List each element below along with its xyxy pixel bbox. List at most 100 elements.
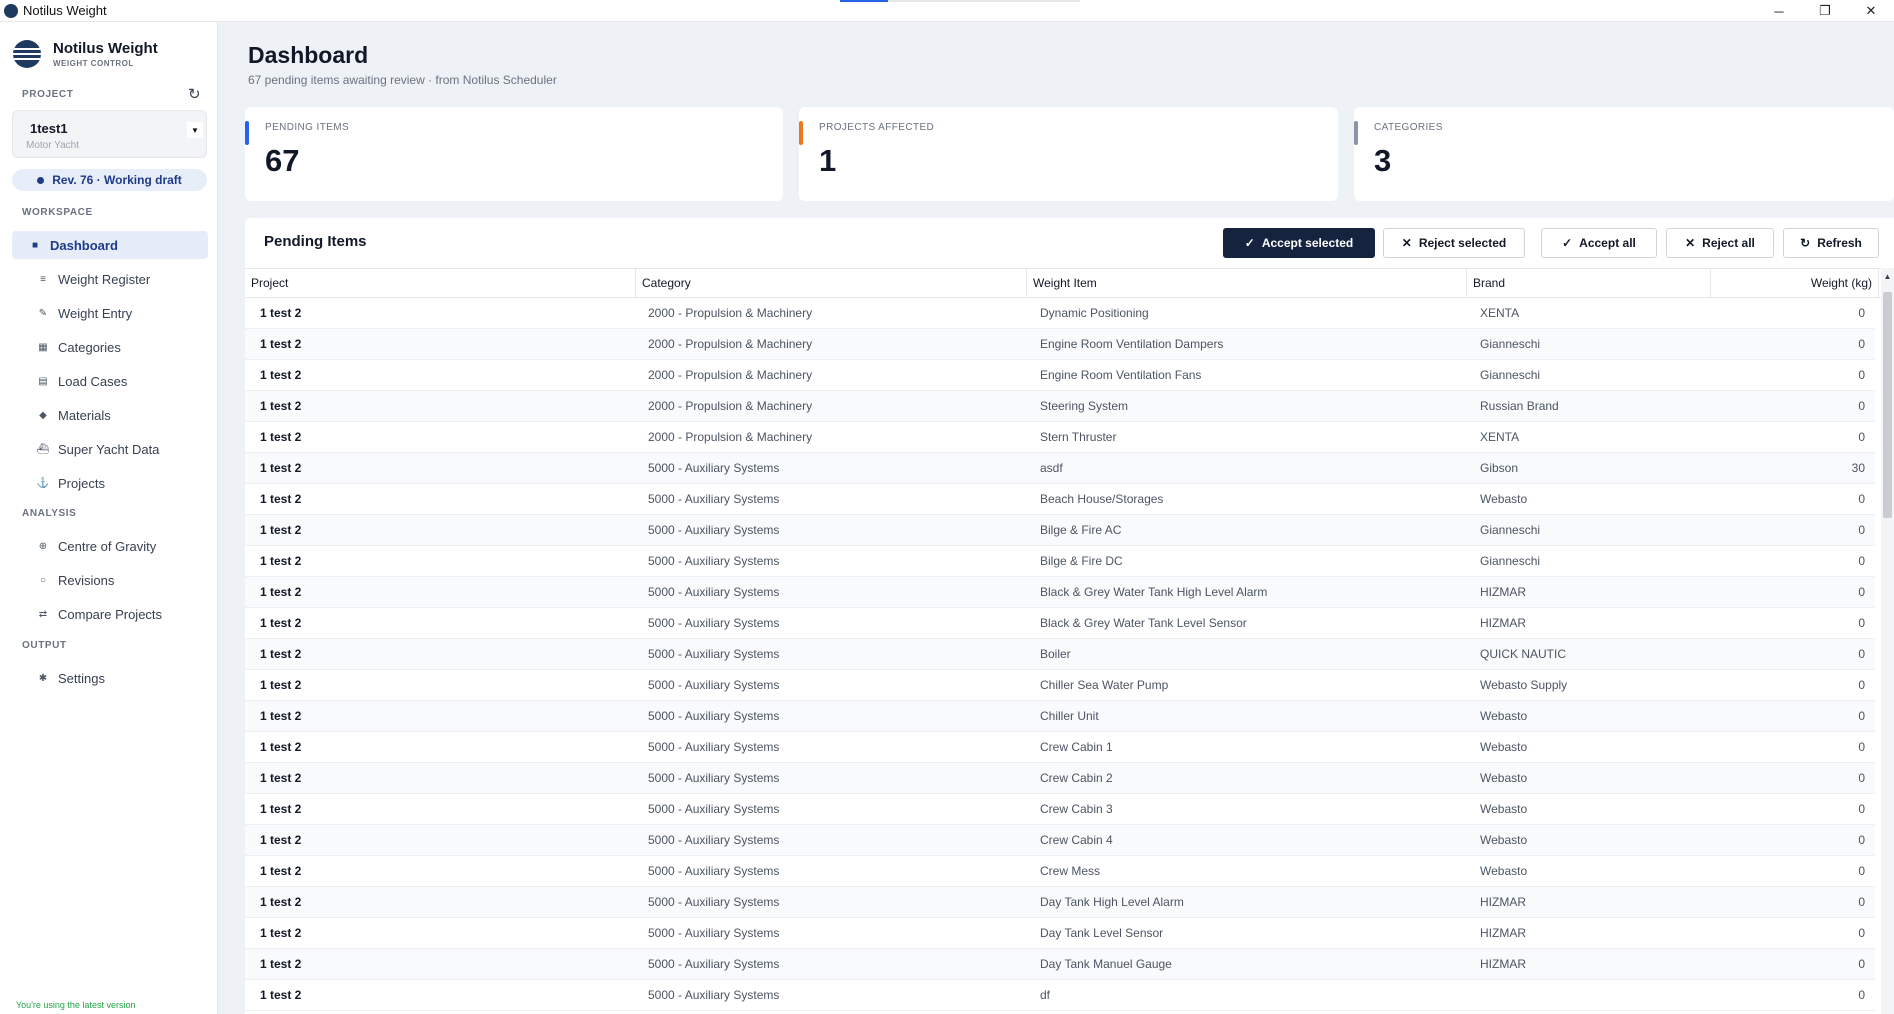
sidebar-item-label: Categories <box>58 339 121 355</box>
table-row[interactable]: 1 test 2 5000 - Auxiliary Systems Black & … <box>245 608 1875 639</box>
sidebar-item-compare-projects[interactable]: ⇄ Compare Projects <box>12 600 208 628</box>
table-row[interactable]: 1 test 2 5000 - Auxiliary Systems Day Tank… <box>245 949 1875 980</box>
close-icon: ✕ <box>1685 236 1696 250</box>
accept-selected-button[interactable]: ✓ Accept selected <box>1223 228 1375 258</box>
cell-weight: 0 <box>1858 523 1865 537</box>
table-row[interactable]: 1 test 2 5000 - Auxiliary Systems Crew Cab… <box>245 825 1875 856</box>
table-row[interactable]: 1 test 2 5000 - Auxiliary Systems Boiler QU… <box>245 639 1875 670</box>
column-header-weight[interactable]: Weight (kg) <box>1711 269 1879 297</box>
table-row[interactable]: 1 test 2 5000 - Auxiliary Systems Chiller … <box>245 670 1875 701</box>
reject-all-button[interactable]: ✕ Reject all <box>1666 228 1774 258</box>
table-row[interactable]: 1 test 2 5000 - Auxiliary Systems asdf Gibs… <box>245 453 1875 484</box>
column-header-weight-item[interactable]: Weight Item <box>1027 269 1467 297</box>
app-icon <box>4 3 18 18</box>
cell-weight: 0 <box>1858 802 1865 816</box>
table-row[interactable]: 1 test 2 5000 - Auxiliary Systems Chiller … <box>245 701 1875 732</box>
table-row[interactable]: 1 test 2 5000 - Auxiliary Systems Bilge & … <box>245 546 1875 577</box>
cell-category: 2000 - Propulsion & Machinery <box>648 430 813 444</box>
brand: Notilus Weight WEIGHT CONTROL <box>13 40 158 68</box>
table-row[interactable]: 1 test 2 5000 - Auxiliary Systems df 0 <box>245 980 1875 1011</box>
cell-weight-item: Crew Mess <box>1040 864 1101 878</box>
cell-brand: Webasto <box>1480 492 1528 506</box>
sidebar-item-super-yacht-data[interactable]: ⛴ Super Yacht Data <box>12 435 208 463</box>
cell-brand: Gibson <box>1480 461 1519 475</box>
refresh-projects-icon[interactable]: ↻ <box>188 85 201 103</box>
stat-card-projects-affected: PROJECTS AFFECTED 1 <box>799 107 1338 201</box>
sidebar-item-label: Weight Register <box>58 271 151 287</box>
scrollbar-thumb[interactable] <box>1883 292 1892 518</box>
sidebar: Notilus Weight WEIGHT CONTROL PROJECT ↻ … <box>0 22 218 1014</box>
accept-all-button[interactable]: ✓ Accept all <box>1541 228 1657 258</box>
refresh-button[interactable]: ↻ Refresh <box>1783 228 1879 258</box>
cell-weight-item: Black & Grey Water Tank Level Sensor <box>1040 616 1247 630</box>
sidebar-item-weight-entry[interactable]: ✎ Weight Entry <box>12 299 208 327</box>
table-row[interactable]: 1 test 2 5000 - Auxiliary Systems Crew Mes… <box>245 856 1875 887</box>
table-row[interactable]: 1 test 2 2000 - Propulsion & Machinery Eng… <box>245 360 1875 391</box>
sidebar-item-revisions[interactable]: ○ Revisions <box>12 566 208 594</box>
table-row[interactable]: 1 test 2 2000 - Propulsion & Machinery Dyn… <box>245 298 1875 329</box>
sidebar-item-projects[interactable]: ⚓ Projects <box>12 469 208 497</box>
column-header-category[interactable]: Category <box>636 269 1027 297</box>
sidebar-item-load-cases[interactable]: ▤ Load Cases <box>12 367 208 395</box>
table-row[interactable]: 1 test 2 5000 - Auxiliary Systems Crew Cab… <box>245 794 1875 825</box>
sidebar-item-settings[interactable]: ✱ Settings <box>12 664 208 692</box>
table-row[interactable]: 1 test 2 5000 - Auxiliary Systems Black & … <box>245 577 1875 608</box>
sidebar-item-categories[interactable]: ▦ Categories <box>12 333 208 361</box>
cell-weight: 0 <box>1858 337 1865 351</box>
cell-weight-item: Bilge & Fire DC <box>1040 554 1123 568</box>
cell-category: 5000 - Auxiliary Systems <box>648 771 780 785</box>
minimize-button[interactable]: ─ <box>1756 0 1802 22</box>
cell-weight: 0 <box>1858 585 1865 599</box>
column-header-brand[interactable]: Brand <box>1467 269 1711 297</box>
cell-brand: Russian Brand <box>1480 399 1559 413</box>
pencil-icon: ✎ <box>38 307 48 319</box>
cell-project: 1 test 2 <box>260 864 302 878</box>
cell-project: 1 test 2 <box>260 337 302 351</box>
reject-selected-button[interactable]: ✕ Reject selected <box>1383 228 1525 258</box>
stat-accent <box>245 121 249 145</box>
project-selector[interactable]: 1test1 Motor Yacht ▼ <box>12 110 207 158</box>
cell-weight: 0 <box>1858 771 1865 785</box>
sidebar-item-dashboard[interactable]: ■ Dashboard <box>12 231 208 259</box>
cell-weight: 0 <box>1858 833 1865 847</box>
table-row[interactable]: 1 test 2 5000 - Auxiliary Systems Day Tank… <box>245 918 1875 949</box>
table-header: Project Category Weight Item Brand Weigh… <box>245 268 1894 298</box>
pending-items-table-body: 1 test 2 2000 - Propulsion & Machinery Dyn… <box>245 298 1875 1011</box>
column-header-project[interactable]: Project <box>245 269 636 297</box>
table-row[interactable]: 1 test 2 2000 - Propulsion & Machinery Eng… <box>245 329 1875 360</box>
table-row[interactable]: 1 test 2 5000 - Auxiliary Systems Beach Ho… <box>245 484 1875 515</box>
cell-project: 1 test 2 <box>260 461 302 475</box>
history-icon: ○ <box>39 574 47 586</box>
cell-brand: HIZMAR <box>1480 616 1526 630</box>
table-row[interactable]: 1 test 2 5000 - Auxiliary Systems Crew Cab… <box>245 732 1875 763</box>
workspace-section-label: WORKSPACE <box>22 207 93 218</box>
sidebar-item-label: Dashboard <box>50 237 118 253</box>
sidebar-item-centre-of-gravity[interactable]: ⊕ Centre of Gravity <box>12 532 208 560</box>
sidebar-item-materials[interactable]: ◆ Materials <box>12 401 208 429</box>
close-button[interactable]: ✕ <box>1848 0 1894 22</box>
cell-category: 5000 - Auxiliary Systems <box>648 926 780 940</box>
table-row[interactable]: 1 test 2 5000 - Auxiliary Systems Bilge & … <box>245 515 1875 546</box>
chevron-down-icon[interactable]: ▼ <box>187 122 203 138</box>
table-row[interactable]: 1 test 2 5000 - Auxiliary Systems Day Tank… <box>245 887 1875 918</box>
cell-brand: Gianneschi <box>1480 554 1541 568</box>
table-scrollbar[interactable]: ▲ <box>1881 268 1894 1014</box>
scroll-up-icon[interactable]: ▲ <box>1881 268 1894 284</box>
analysis-section-label: ANALYSIS <box>22 508 77 519</box>
close-icon: ✕ <box>1401 236 1412 250</box>
table-row[interactable]: 1 test 2 2000 - Propulsion & Machinery Ste… <box>245 391 1875 422</box>
cell-weight-item: df <box>1040 988 1051 1002</box>
button-label: Reject all <box>1702 236 1755 250</box>
page-subtitle: 67 pending items awaiting review · from … <box>248 73 557 87</box>
cell-project: 1 test 2 <box>260 554 302 568</box>
cell-project: 1 test 2 <box>260 709 302 723</box>
table-row[interactable]: 1 test 2 5000 - Auxiliary Systems Crew Cab… <box>245 763 1875 794</box>
revision-label: Rev. 76 · Working draft <box>52 173 182 187</box>
cell-project: 1 test 2 <box>260 585 302 599</box>
refresh-icon: ↻ <box>1800 236 1811 250</box>
maximize-button[interactable]: ❐ <box>1802 0 1848 22</box>
table-row[interactable]: 1 test 2 2000 - Propulsion & Machinery Ste… <box>245 422 1875 453</box>
loading-progress-fill <box>840 0 888 2</box>
sidebar-item-weight-register[interactable]: ≡ Weight Register <box>12 265 208 293</box>
sidebar-item-label: Materials <box>58 407 111 423</box>
